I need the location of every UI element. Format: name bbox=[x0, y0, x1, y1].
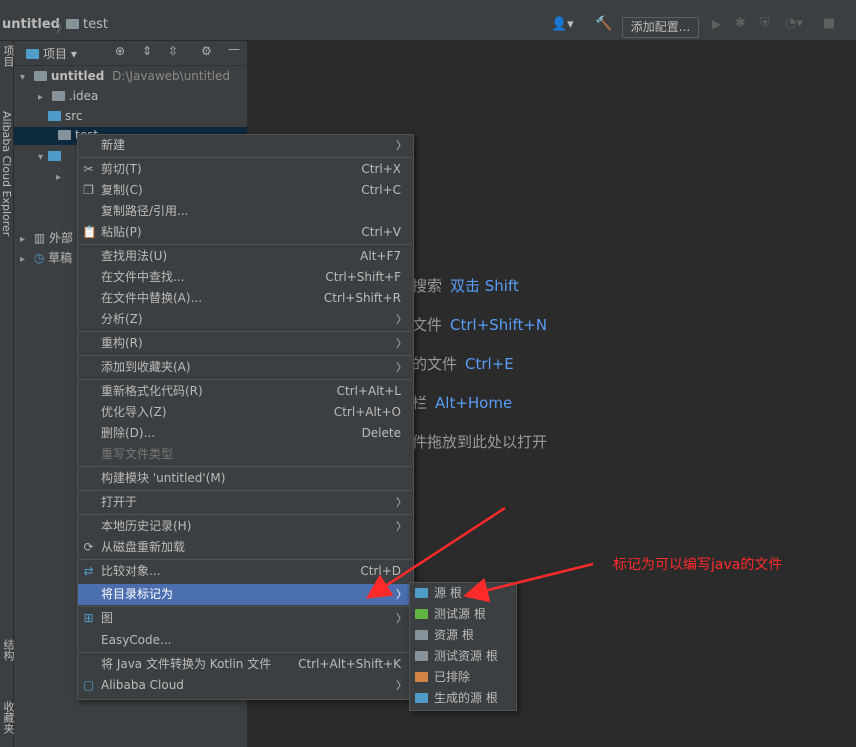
annotation-arrow-to-sources-root bbox=[463, 562, 594, 603]
annotation-text: 标记为可以编写java的文件 bbox=[613, 557, 783, 573]
annotation-arrow-to-menu bbox=[365, 506, 506, 599]
annotation-arrows bbox=[365, 506, 594, 603]
